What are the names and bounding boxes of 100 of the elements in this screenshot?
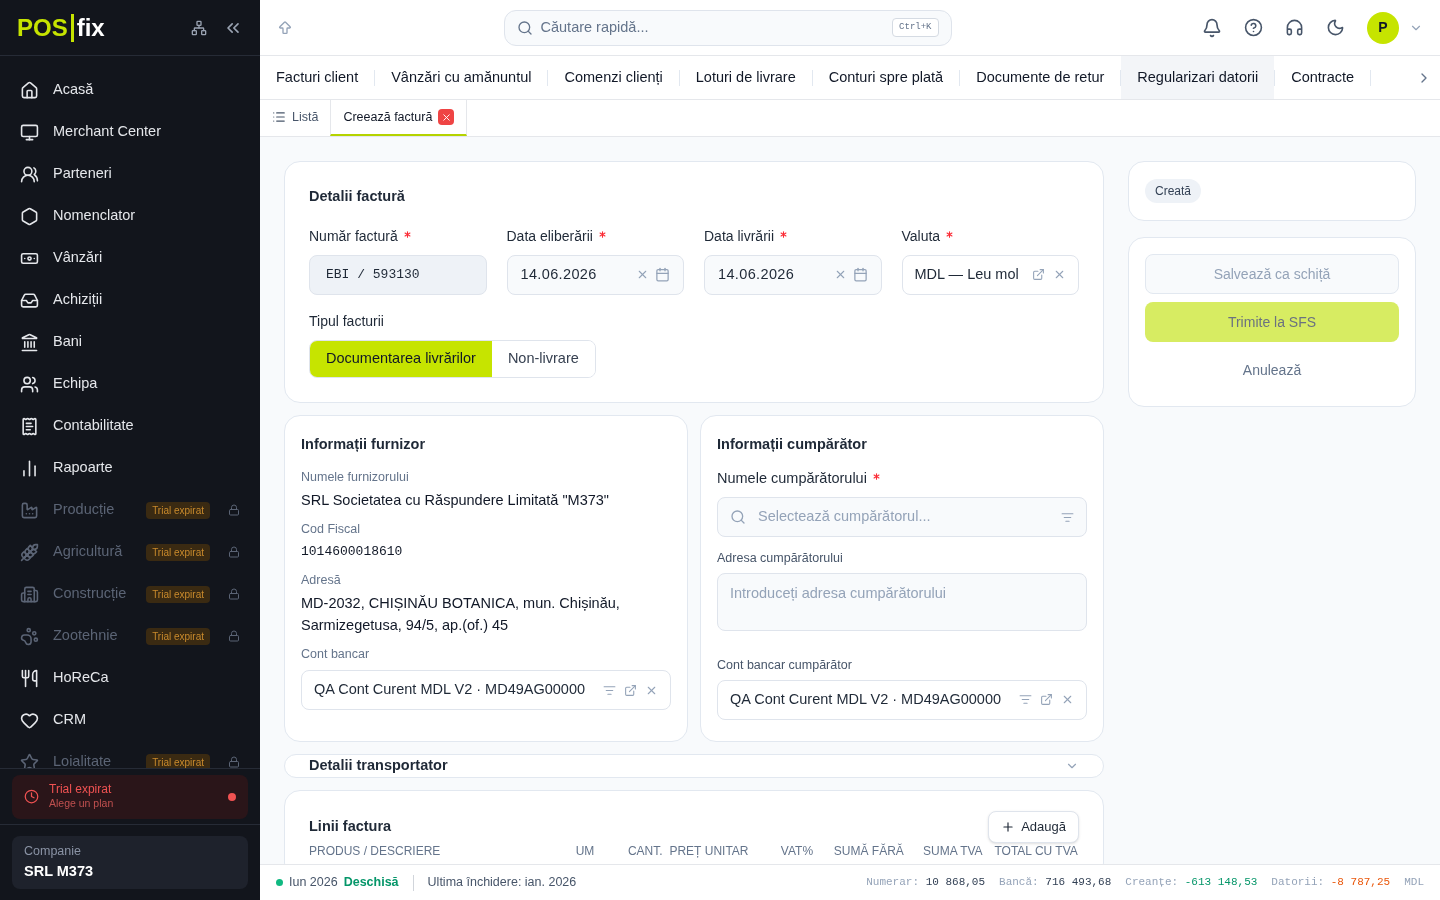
search-field[interactable]: Căutare rapidă... Ctrl+K — [503, 9, 952, 46]
section-title: Detalii factură — [309, 187, 406, 206]
trial-subtitle: Alege un plan — [49, 797, 115, 811]
nav-tab[interactable]: Contracte — [1275, 56, 1371, 99]
sidebar-item[interactable]: Rapoarte — [0, 447, 260, 489]
sidebar-item[interactable]: Contabilitate — [0, 405, 260, 447]
sidebar-item[interactable]: Acasă — [0, 69, 260, 111]
sitemap-icon[interactable] — [191, 19, 207, 36]
trial-badge: Trial expirat — [146, 543, 210, 561]
buyer-address-field[interactable]: Introduceți adresa cumpărătorului — [717, 573, 1087, 631]
shortcut-key: Ctrl+K — [892, 17, 939, 38]
help-icon[interactable] — [1244, 18, 1263, 37]
field-label: Număr factură — [309, 226, 398, 246]
lock-icon — [228, 756, 240, 768]
trial-banner[interactable]: Trial expirat Alege un plan — [12, 774, 248, 819]
sidebar-item[interactable]: Construcție Trial expirat — [0, 573, 260, 615]
currency-select[interactable]: MDL — Leu mol — [901, 254, 1079, 295]
headphones-icon[interactable] — [1285, 18, 1304, 37]
last-close: Ultima închidere: ian. 2026 — [427, 874, 577, 892]
field-label: Cod Fiscal — [301, 521, 362, 539]
external-link-icon[interactable] — [1040, 693, 1053, 707]
date-field[interactable]: 14.06.2026 — [506, 254, 684, 295]
action-button[interactable]: Trimite la SFS — [1145, 302, 1399, 342]
bank-account-select[interactable]: QA Cont Curent MDL V2 · MD49AG00000 — [301, 670, 671, 710]
moon-icon[interactable] — [1326, 18, 1345, 37]
nav-tab[interactable]: Regularizari datorii — [1121, 56, 1275, 99]
logo: POS fix — [17, 13, 105, 42]
nav-tab[interactable]: Conturi spre plată — [812, 56, 960, 99]
company-name: SRL M373 — [24, 862, 95, 881]
search-icon — [516, 19, 533, 36]
field-label: Cont bancar cumpărător — [717, 657, 853, 674]
carrier-accordion[interactable]: Detalii transportator — [284, 754, 1104, 778]
list-icon[interactable] — [1061, 510, 1074, 524]
sub-tab[interactable]: Listă — [260, 100, 331, 136]
status-badge: Creată — [1145, 179, 1202, 203]
column-header: VAT% — [780, 843, 815, 858]
nav-tab[interactable]: Documente de retur — [960, 56, 1121, 99]
calendar-icon[interactable] — [655, 267, 670, 283]
sidebar-item[interactable]: Nomenclator — [0, 195, 260, 237]
date-field[interactable]: 14.06.2026 — [704, 254, 882, 295]
stat: Datorii: -8 787,25 — [1271, 875, 1391, 891]
sidebar-item[interactable]: Vânzări — [0, 237, 260, 279]
building-icon — [20, 584, 39, 604]
plus-icon — [1001, 819, 1016, 834]
nav-tab[interactable]: Loturi de livrare — [679, 56, 812, 99]
sidebar-item[interactable]: Agricultură Trial expirat — [0, 531, 260, 573]
wheat-icon — [20, 542, 39, 562]
period-state[interactable]: Deschisă — [343, 873, 399, 892]
star-icon — [20, 752, 39, 768]
calendar-icon[interactable] — [852, 267, 868, 283]
receipt-icon — [20, 416, 39, 436]
paw-icon — [20, 626, 39, 646]
bar-chart-icon — [20, 458, 39, 478]
buyer-select[interactable]: Selectează cumpărătorul... — [717, 497, 1087, 538]
sidebar-item[interactable]: Parteneri — [0, 153, 260, 195]
action-button[interactable]: Anulează — [1145, 350, 1399, 390]
lock-icon — [228, 504, 240, 516]
stat: Creanțe: -613 148,53 — [1125, 875, 1258, 891]
buyer-input[interactable]: Selectează cumpărătorul... — [758, 506, 1049, 529]
sidebar-item[interactable]: Merchant Center — [0, 111, 260, 153]
factory-icon — [20, 500, 39, 520]
company-label: Companie — [24, 843, 82, 861]
nav-tab[interactable]: Vânzări cu amănuntul — [375, 56, 548, 99]
bell-icon[interactable] — [1202, 17, 1222, 38]
field-label: Data eliberării — [506, 226, 593, 246]
column-header: PRODUS / DESCRIERE — [309, 843, 442, 858]
stat: Numerar: 10 868,05 — [866, 875, 986, 891]
column-header: CANT. — [627, 843, 664, 858]
users-icon — [20, 164, 39, 184]
sidebar-item[interactable]: Loialitate Trial expirat — [0, 741, 260, 768]
search-input[interactable]: Căutare rapidă... — [540, 16, 885, 39]
external-link-icon[interactable] — [1032, 268, 1045, 282]
column-header: SUMĂ FĂRĂ — [833, 843, 905, 858]
sidebar-item[interactable]: Bani — [0, 321, 260, 363]
nav-tab[interactable]: Comenzi clienți — [548, 56, 679, 99]
sidebar-item[interactable]: Zootehnie Trial expirat — [0, 615, 260, 657]
list-icon — [272, 110, 286, 124]
list-icon[interactable] — [603, 683, 616, 697]
sidebar-item[interactable]: CRM — [0, 699, 260, 741]
sidebar-item[interactable]: Achiziții — [0, 279, 260, 321]
trial-badge: Trial expirat — [146, 627, 210, 645]
company-card[interactable]: Companie SRL M373 — [12, 836, 248, 889]
currency: MDL — [1404, 875, 1424, 891]
nav-tab[interactable]: Facturi client — [260, 56, 375, 99]
section-title: Informații cumpărător — [717, 434, 868, 454]
add-button[interactable]: Adaugă — [988, 810, 1079, 843]
sidebar-item[interactable]: HoReCa — [0, 657, 260, 699]
stat: Bancă: 716 493,68 — [999, 875, 1112, 891]
sidebar-item[interactable]: Echipa — [0, 363, 260, 405]
lock-icon — [228, 546, 240, 558]
external-link-icon[interactable] — [624, 683, 637, 697]
close-tab-button[interactable] — [438, 109, 455, 125]
buyer-bank-account-select[interactable]: QA Cont Curent MDL V2 · MD49AG00000 — [717, 679, 1087, 720]
list-icon[interactable] — [1019, 693, 1032, 707]
invoice-number-field[interactable]: EBI / 593130 — [309, 254, 487, 295]
invoice-type-option[interactable]: Documentarea livrărilor — [310, 340, 492, 377]
sidebar-item[interactable]: Producție Trial expirat — [0, 489, 260, 531]
column-header: PREȚ UNITAR — [669, 843, 750, 858]
avatar[interactable]: P — [1367, 11, 1399, 44]
up-arrow-icon[interactable] — [277, 19, 293, 36]
